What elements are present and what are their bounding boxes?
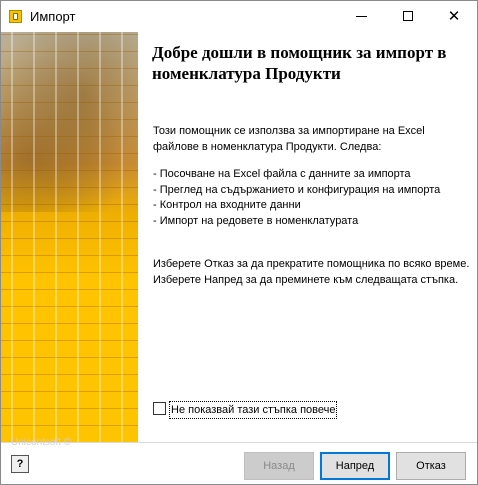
wizard-side-banner	[1, 32, 138, 442]
steps-list: - Посочване на Excel файла с данните за …	[153, 168, 441, 227]
page-title: Добре дошли в помощник за импорт в номен…	[152, 43, 447, 83]
checkbox-label[interactable]: Не показвай тази стъпка повече	[169, 401, 338, 419]
help-button[interactable]: ?	[11, 455, 29, 473]
title-bar[interactable]: Импорт ✕	[1, 1, 477, 32]
minimize-button[interactable]	[339, 1, 385, 32]
close-button[interactable]: ✕	[431, 1, 477, 32]
cancel-button[interactable]: Отказ	[396, 452, 466, 480]
wizard-content: Добре дошли в помощник за импорт в номен…	[138, 32, 477, 442]
footer-divider	[1, 442, 477, 443]
window-title: Импорт	[30, 9, 76, 24]
minimize-icon	[356, 16, 367, 17]
maximize-icon	[403, 11, 413, 21]
intro-text: Този помощник се използва за импортиране…	[153, 125, 425, 153]
back-button[interactable]: Назад	[244, 452, 314, 480]
app-icon	[9, 10, 22, 23]
instructions-text: Изберете Отказ за да прекратите помощник…	[153, 258, 470, 286]
banner-document-pattern	[1, 32, 138, 442]
checkbox-box[interactable]	[153, 402, 166, 415]
close-icon: ✕	[447, 7, 461, 25]
maximize-button[interactable]	[385, 1, 431, 32]
next-button[interactable]: Напред	[320, 452, 390, 480]
import-wizard-window: Импорт ✕ Unicontsoft © Добре дошли в пом…	[0, 0, 478, 485]
